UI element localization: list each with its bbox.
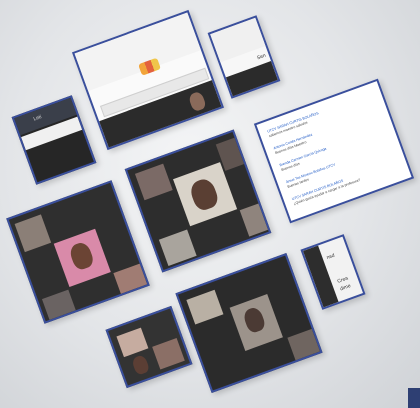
video-cell	[152, 338, 185, 370]
video-cell	[14, 214, 52, 253]
video-grid-tile-center	[124, 129, 272, 273]
meeting-window-tile-left: Leti	[11, 95, 97, 185]
video-cell	[158, 229, 197, 267]
meeting-window-tile-top-right: Sen	[207, 15, 281, 99]
chat-panel-tile: UTCV SARAH CURTIS BOLAÑOS sabemos maestr…	[253, 78, 415, 224]
meeting-window-tile-top	[71, 9, 225, 151]
video-grid-tile-left	[6, 180, 150, 324]
video-cell	[239, 203, 269, 237]
video-grid-tile-bottom-left	[105, 305, 193, 389]
tile-label: Sen	[256, 52, 267, 62]
video-cell	[186, 289, 224, 325]
video-cell	[287, 328, 321, 361]
participant-face	[130, 354, 151, 376]
video-cell	[134, 163, 173, 201]
dark-panel	[225, 61, 280, 99]
collage-stage: Sen Leti UTCV SARAH CURTIS BOLAÑOS sabem…	[0, 0, 420, 408]
video-cell	[41, 289, 76, 320]
corner-accent	[408, 388, 420, 408]
video-grid-tile-bottom	[175, 253, 323, 393]
video-cell	[116, 327, 149, 358]
tile-label: dime	[339, 282, 352, 293]
tile-label: nsd	[325, 252, 336, 262]
meeting-window-tile-right: nsd Crea dime	[300, 234, 366, 310]
video-cell	[113, 263, 148, 294]
chat-messages: UTCV SARAH CURTIS BOLAÑOS sabemos maestr…	[256, 81, 411, 221]
